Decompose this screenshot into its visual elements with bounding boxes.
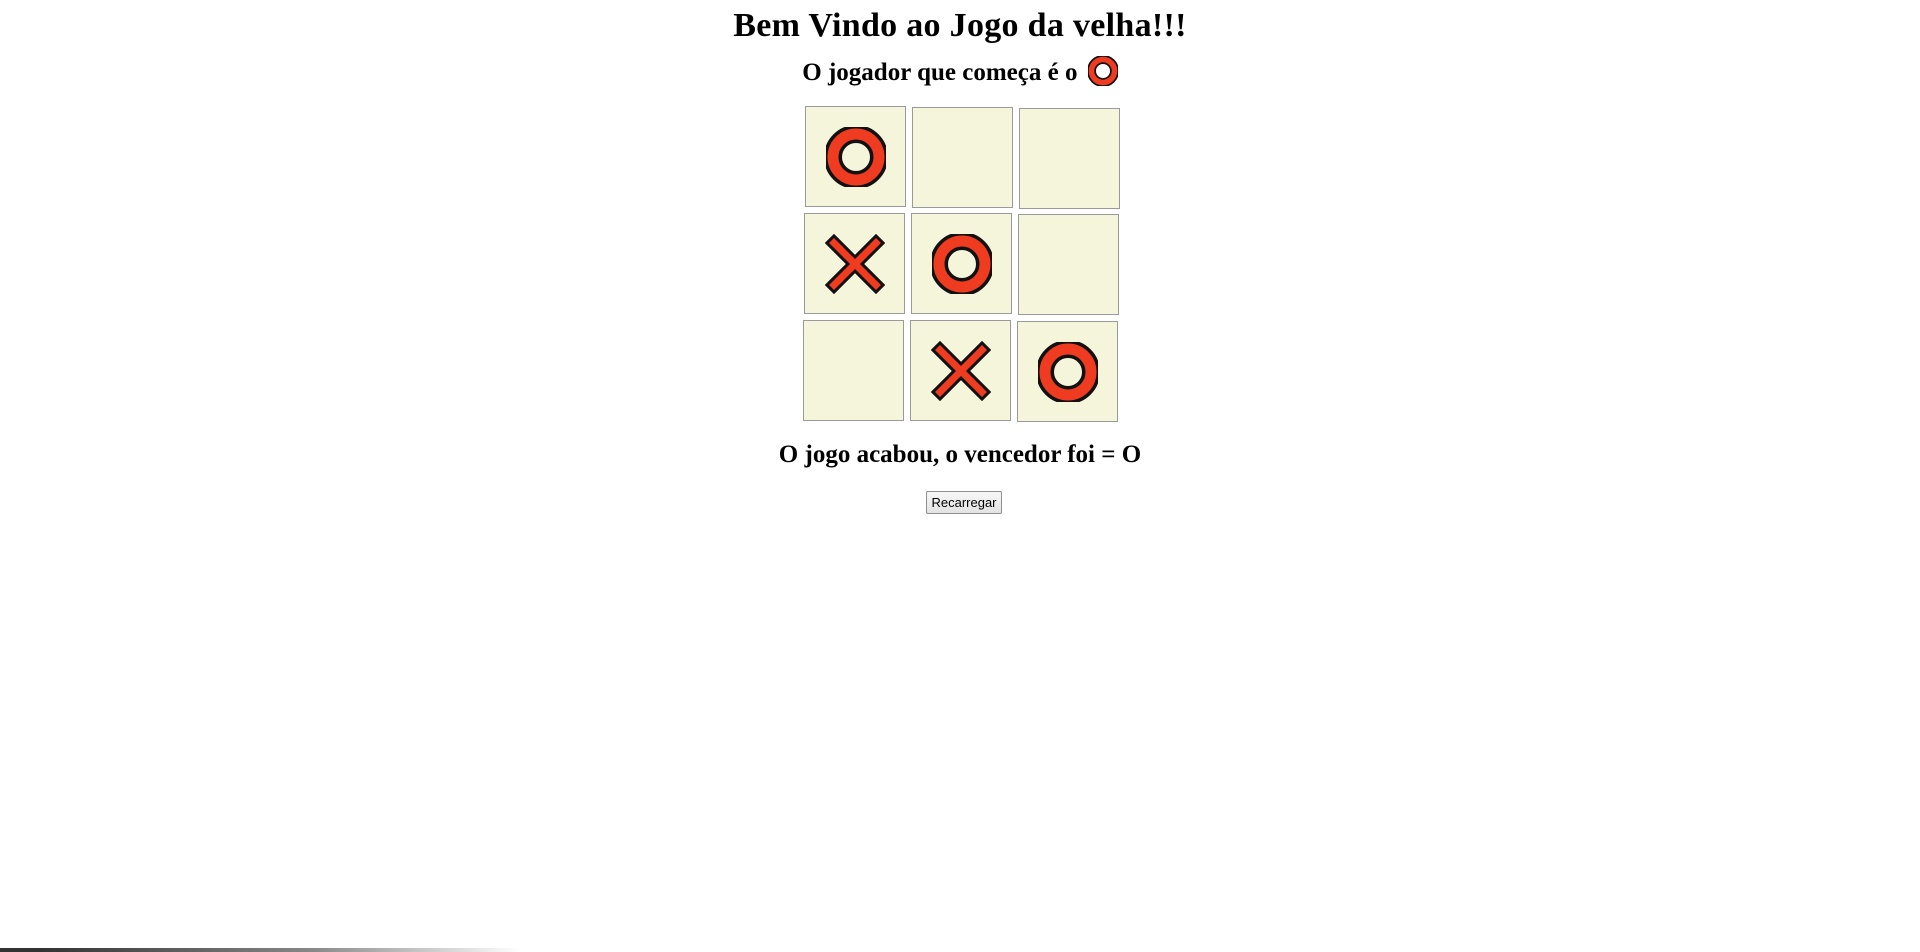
reload-button[interactable]: Recarregar [926,491,1002,514]
board-cell-r2-c1[interactable] [804,213,905,314]
game-board [803,106,1123,428]
board-cell-r1-c2[interactable] [912,107,1013,208]
board-cell-r2-c2[interactable] [911,213,1012,314]
page-title: Bem Vindo ao Jogo da velha!!! [733,7,1187,44]
game-result-text: O jogo acabou, o vencedor foi = O [778,441,1142,468]
board-cell-r3-c2[interactable] [910,320,1011,421]
o-mark-icon [1086,55,1119,88]
starting-player-text: O jogador que começa é o [802,59,1078,86]
bottom-scroll-indicator [0,948,520,952]
page: Bem Vindo ao Jogo da velha!!! O jogador … [0,0,1920,952]
starting-player-line: O jogador que começa é o [0,55,1920,90]
board-cell-r1-c3[interactable] [1019,108,1120,209]
board-cell-r2-c3[interactable] [1018,214,1119,315]
board-cell-r3-c1[interactable] [803,320,904,421]
board-cell-r3-c3[interactable] [1017,321,1118,422]
board-cell-r1-c1[interactable] [805,106,906,207]
